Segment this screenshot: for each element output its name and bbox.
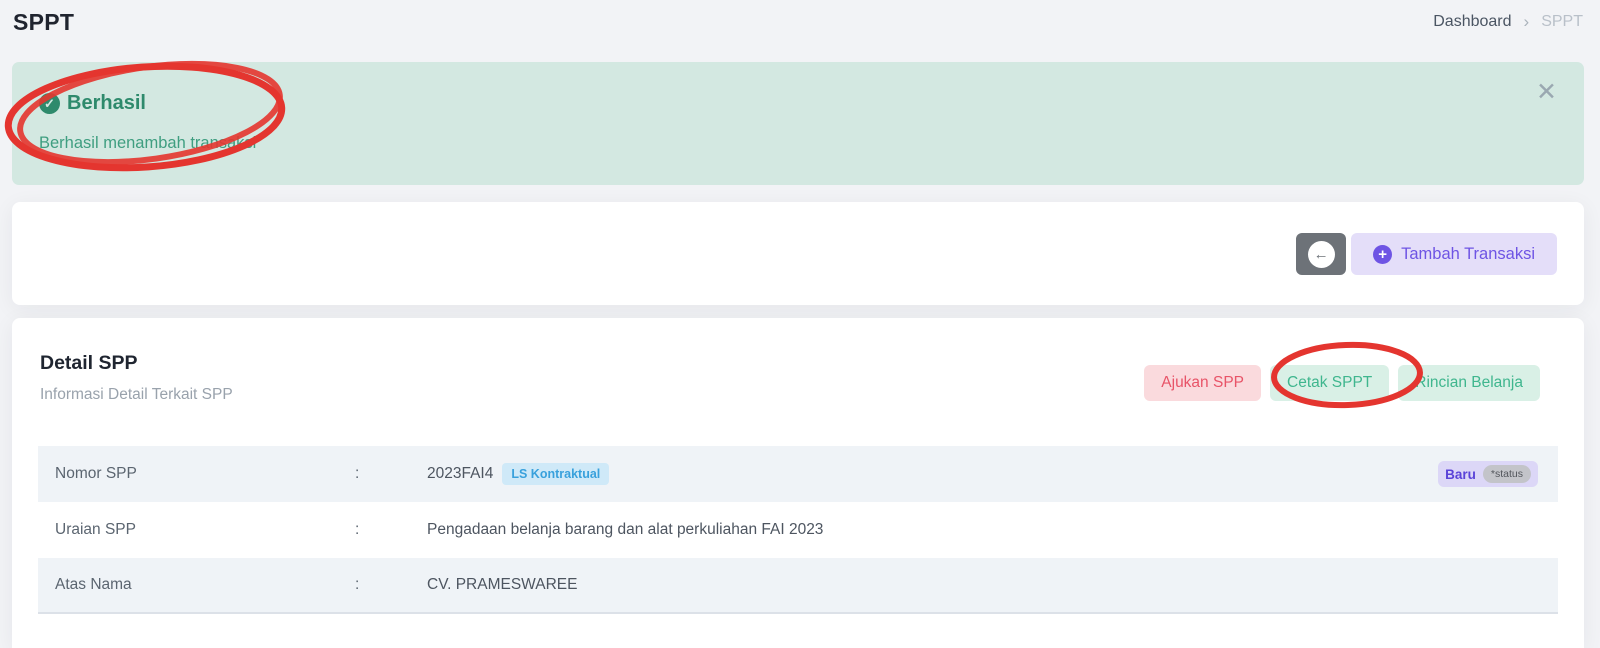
breadcrumb-sppt: SPPT — [1541, 13, 1583, 31]
add-transaction-button[interactable]: + Tambah Transaksi — [1351, 233, 1557, 275]
detail-rows: Nomor SPP : 2023FAI4 LS Kontraktual Baru… — [38, 446, 1558, 614]
check-circle-icon: ✓ — [39, 93, 60, 114]
row-colon: : — [355, 465, 427, 483]
status-badge-note: *status — [1483, 465, 1531, 483]
plus-icon: + — [1373, 245, 1392, 264]
page-title: SPPT — [13, 9, 74, 36]
toolbar-card: ← + Tambah Transaksi — [12, 202, 1584, 305]
status-badge: Baru *status — [1438, 461, 1538, 487]
back-arrow-icon: ← — [1308, 241, 1335, 268]
row-label: Nomor SPP — [55, 465, 355, 483]
row-colon: : — [355, 576, 427, 594]
close-icon[interactable]: ✕ — [1536, 80, 1557, 105]
atas-nama-value: CV. PRAMESWAREE — [427, 576, 577, 594]
ls-kontraktual-badge: LS Kontraktual — [502, 463, 609, 485]
row-value: 2023FAI4 LS Kontraktual — [427, 463, 609, 485]
alert-message: Berhasil menambah transaksi — [39, 134, 256, 153]
rincian-belanja-button[interactable]: Rincian Belanja — [1398, 365, 1540, 401]
table-row-atas-nama: Atas Nama : CV. PRAMESWAREE — [38, 558, 1558, 614]
alert-title: Berhasil — [67, 92, 146, 115]
back-button[interactable]: ← — [1296, 233, 1346, 275]
table-row-nomor-spp: Nomor SPP : 2023FAI4 LS Kontraktual Baru… — [38, 446, 1558, 502]
row-label: Atas Nama — [55, 576, 355, 594]
breadcrumb: Dashboard › SPPT — [1433, 12, 1583, 32]
breadcrumb-dashboard[interactable]: Dashboard — [1433, 13, 1511, 31]
detail-card-subtitle: Informasi Detail Terkait SPP — [40, 386, 233, 404]
detail-spp-card: Detail SPP Informasi Detail Terkait SPP … — [12, 318, 1584, 648]
row-colon: : — [355, 521, 427, 539]
cetak-sppt-button[interactable]: Cetak SPPT — [1270, 365, 1389, 401]
uraian-spp-value: Pengadaan belanja barang dan alat perkul… — [427, 521, 823, 539]
detail-card-title: Detail SPP — [40, 352, 138, 375]
add-transaction-label: Tambah Transaksi — [1401, 245, 1535, 264]
ajukan-spp-button[interactable]: Ajukan SPP — [1144, 365, 1261, 401]
success-alert: ✓ Berhasil Berhasil menambah transaksi ✕ — [12, 62, 1584, 185]
nomor-spp-value: 2023FAI4 — [427, 465, 493, 483]
detail-actions: Ajukan SPP Cetak SPPT Rincian Belanja — [1144, 365, 1540, 401]
chevron-right-icon: › — [1524, 12, 1530, 32]
row-label: Uraian SPP — [55, 521, 355, 539]
status-badge-value: Baru — [1445, 467, 1476, 482]
table-row-uraian-spp: Uraian SPP : Pengadaan belanja barang da… — [38, 502, 1558, 558]
